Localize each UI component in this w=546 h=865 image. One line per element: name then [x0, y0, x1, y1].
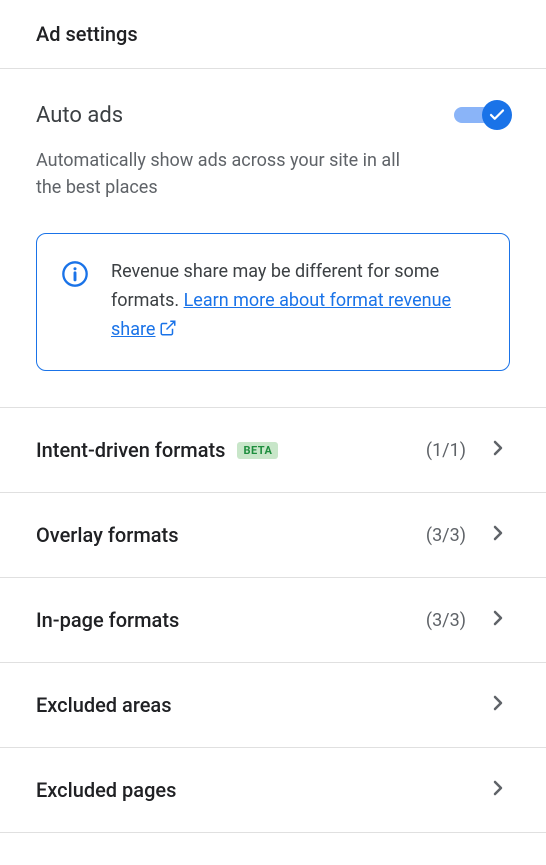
section-row-in-page-formats[interactable]: In-page formats (3/3)	[0, 578, 546, 663]
section-row-intent-driven-formats[interactable]: Intent-driven formats BETA (1/1)	[0, 408, 546, 493]
header: Ad settings	[0, 0, 546, 69]
section-count: (3/3)	[426, 525, 466, 546]
info-icon	[61, 258, 89, 292]
section-label: In-page formats	[36, 608, 179, 632]
section-count: (1/1)	[426, 440, 466, 461]
info-box: Revenue share may be different for some …	[36, 233, 510, 371]
section-row-overlay-formats[interactable]: Overlay formats (3/3)	[0, 493, 546, 578]
auto-ads-section: Auto ads Automatically show ads across y…	[0, 69, 546, 408]
chevron-right-icon	[486, 521, 510, 549]
section-label: Excluded pages	[36, 778, 176, 802]
section-label: Intent-driven formats	[36, 438, 225, 462]
chevron-right-icon	[486, 691, 510, 719]
auto-ads-toggle[interactable]	[454, 101, 510, 129]
chevron-right-icon	[486, 776, 510, 804]
chevron-right-icon	[486, 606, 510, 634]
toggle-thumb	[482, 100, 512, 130]
auto-ads-title: Auto ads	[36, 103, 123, 128]
section-row-excluded-pages[interactable]: Excluded pages	[0, 748, 546, 833]
section-count: (3/3)	[426, 610, 466, 631]
sections-list: Intent-driven formats BETA (1/1) Overlay fo…	[0, 408, 546, 833]
section-row-excluded-areas[interactable]: Excluded areas	[0, 663, 546, 748]
auto-ads-description: Automatically show ads across your site …	[36, 147, 416, 201]
section-label: Overlay formats	[36, 523, 179, 547]
check-icon	[488, 106, 506, 124]
chevron-right-icon	[486, 436, 510, 464]
external-link-icon	[159, 318, 177, 347]
info-text: Revenue share may be different for some …	[111, 258, 481, 346]
page-title: Ad settings	[36, 22, 510, 46]
auto-ads-header-row: Auto ads	[36, 101, 510, 129]
beta-badge: BETA	[237, 442, 278, 459]
section-label: Excluded areas	[36, 693, 172, 717]
